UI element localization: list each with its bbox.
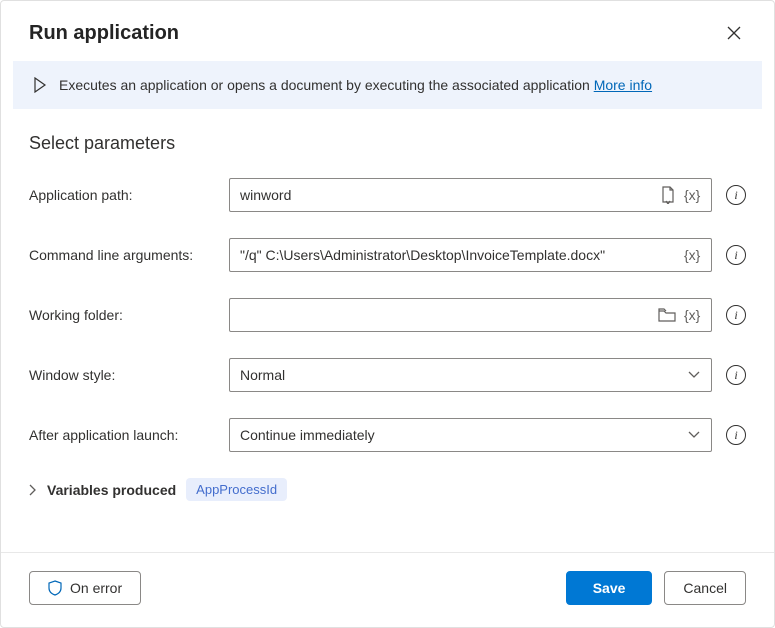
- application-path-input[interactable]: [229, 178, 712, 212]
- section-title: Select parameters: [29, 133, 746, 154]
- info-banner: Executes an application or opens a docum…: [13, 61, 762, 109]
- label-cmd-args: Command line arguments:: [29, 247, 221, 263]
- close-button[interactable]: [718, 17, 750, 49]
- close-icon: [727, 26, 741, 40]
- variables-produced-row: Variables produced AppProcessId: [29, 478, 746, 501]
- after-launch-select[interactable]: Continue immediately: [229, 418, 712, 452]
- shield-icon: [48, 580, 62, 596]
- field-row-after-launch: After application launch: Continue immed…: [29, 418, 746, 452]
- window-style-select[interactable]: Normal: [229, 358, 712, 392]
- browse-file-icon[interactable]: [660, 186, 676, 204]
- label-after-launch: After application launch:: [29, 427, 221, 443]
- working-folder-input[interactable]: [229, 298, 712, 332]
- variable-picker-icon[interactable]: {x}: [684, 247, 704, 263]
- save-button[interactable]: Save: [566, 571, 653, 605]
- chevron-right-icon: [29, 484, 37, 496]
- dialog-footer: On error Save Cancel: [1, 552, 774, 627]
- svg-text:{x}: {x}: [684, 247, 701, 263]
- label-window-style: Window style:: [29, 367, 221, 383]
- field-row-window-style: Window style: Normal i: [29, 358, 746, 392]
- expand-variables-button[interactable]: [29, 484, 37, 496]
- info-button[interactable]: i: [726, 365, 746, 385]
- info-button[interactable]: i: [726, 245, 746, 265]
- field-row-application-path: Application path: {x} i: [29, 178, 746, 212]
- variables-produced-label[interactable]: Variables produced: [47, 482, 176, 498]
- svg-text:{x}: {x}: [684, 307, 701, 323]
- dialog-header: Run application: [1, 1, 774, 61]
- field-row-cmd-args: Command line arguments: {x} i: [29, 238, 746, 272]
- browse-folder-icon[interactable]: [658, 308, 676, 322]
- cancel-button[interactable]: Cancel: [664, 571, 746, 605]
- info-button[interactable]: i: [726, 425, 746, 445]
- label-working-folder: Working folder:: [29, 307, 221, 323]
- more-info-link[interactable]: More info: [594, 77, 652, 93]
- label-application-path: Application path:: [29, 187, 221, 203]
- on-error-button[interactable]: On error: [29, 571, 141, 605]
- dialog-title: Run application: [29, 22, 179, 45]
- cmd-args-input[interactable]: [229, 238, 712, 272]
- variable-picker-icon[interactable]: {x}: [684, 187, 704, 203]
- field-row-working-folder: Working folder: {x} i: [29, 298, 746, 332]
- play-icon: [33, 77, 47, 93]
- info-button[interactable]: i: [726, 305, 746, 325]
- variable-pill[interactable]: AppProcessId: [186, 478, 287, 501]
- banner-text: Executes an application or opens a docum…: [59, 77, 652, 93]
- info-button[interactable]: i: [726, 185, 746, 205]
- svg-text:{x}: {x}: [684, 187, 701, 203]
- variable-picker-icon[interactable]: {x}: [684, 307, 704, 323]
- dialog-content: Select parameters Application path: {x} …: [1, 109, 774, 552]
